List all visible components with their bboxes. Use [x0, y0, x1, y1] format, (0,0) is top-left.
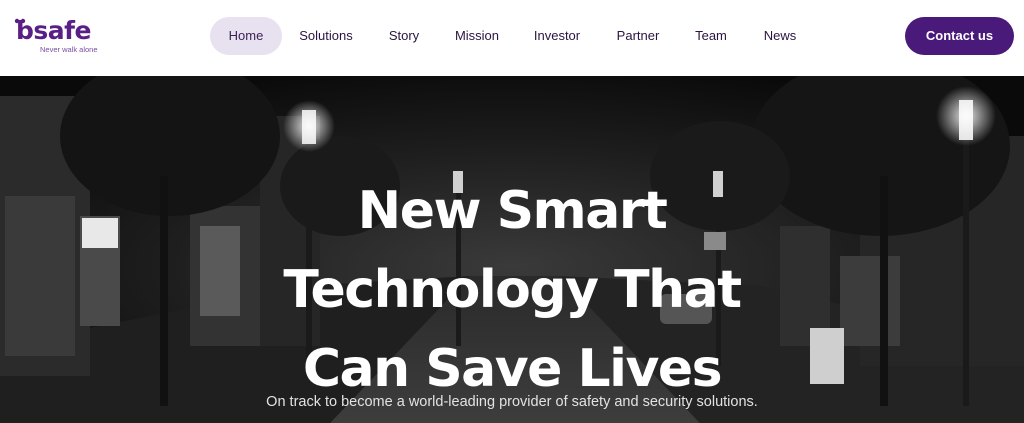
- nav-item-investor[interactable]: Investor: [524, 17, 590, 55]
- hero-title-line-2: Technology That: [283, 260, 742, 320]
- nav-item-news[interactable]: News: [752, 17, 808, 55]
- nav-item-partner[interactable]: Partner: [606, 17, 670, 55]
- bsafe-logo[interactable]: bsafe Never walk alone: [14, 16, 126, 58]
- logo-tagline: Never walk alone: [40, 45, 98, 54]
- nav-item-home[interactable]: Home: [210, 17, 282, 55]
- hero-title: New Smart Technology That Can Save Lives: [0, 172, 1024, 409]
- hero-title-line-1: New Smart: [357, 181, 668, 241]
- nav-item-solutions[interactable]: Solutions: [290, 17, 362, 55]
- logo-wordmark: bsafe: [16, 16, 91, 45]
- hero-subtitle: On track to become a world-leading provi…: [266, 394, 758, 410]
- site-header: bsafe Never walk alone Home Solutions St…: [0, 0, 1024, 76]
- nav-item-story[interactable]: Story: [376, 17, 432, 55]
- nav-item-team[interactable]: Team: [686, 17, 736, 55]
- nav-item-mission[interactable]: Mission: [446, 17, 508, 55]
- hero-section: New Smart Technology That Can Save Lives…: [0, 76, 1024, 423]
- contact-us-button[interactable]: Contact us: [905, 17, 1014, 55]
